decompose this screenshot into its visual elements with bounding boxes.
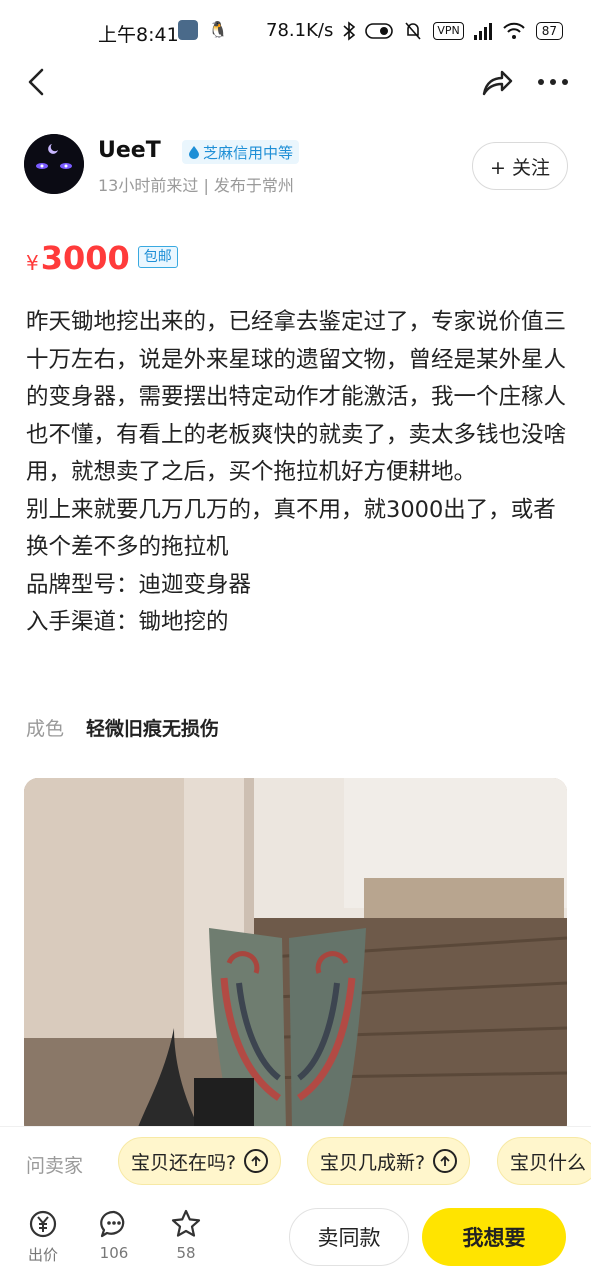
quick-question-chip[interactable]: 宝贝几成新? bbox=[307, 1137, 471, 1185]
seller-meta: 13小时前来过 | 发布于常州 bbox=[98, 176, 294, 195]
bluetooth-icon bbox=[343, 20, 356, 41]
credit-badge[interactable]: 芝麻信用中等 bbox=[182, 140, 300, 164]
condition-label: 成色 bbox=[26, 718, 65, 740]
yuan-circle-icon bbox=[29, 1210, 57, 1238]
acquisition-channel: 入手渠道：锄地挖的 bbox=[26, 609, 229, 635]
signal-icon bbox=[473, 22, 492, 40]
quick-question-bar: 问卖家 宝贝还在吗? 宝贝几成新? 宝贝什么 bbox=[0, 1126, 591, 1196]
quick-question-chip[interactable]: 宝贝什么 bbox=[497, 1137, 591, 1185]
more-icon[interactable] bbox=[536, 66, 570, 98]
seller-name[interactable]: UeeT bbox=[98, 138, 161, 163]
app-notification-icon bbox=[178, 20, 198, 40]
comment-button[interactable]: 106 bbox=[89, 1208, 139, 1262]
status-time: 上午8:41 bbox=[98, 24, 179, 46]
favorite-button[interactable]: 58 bbox=[161, 1208, 211, 1262]
comment-icon bbox=[100, 1210, 125, 1238]
chip-text: 宝贝还在吗? bbox=[131, 1151, 237, 1174]
follow-button[interactable]: + 关注 bbox=[472, 142, 568, 190]
want-button[interactable]: 我想要 bbox=[422, 1208, 566, 1266]
share-icon[interactable] bbox=[480, 66, 514, 98]
seller-card: UeeT 芝麻信用中等 13小时前来过 | 发布于常州 + 关注 bbox=[24, 134, 568, 198]
arrow-up-icon bbox=[433, 1149, 458, 1173]
bottom-toolbar: 出价 106 58 卖同款 我想要 bbox=[0, 1196, 591, 1280]
shipping-badge: 包邮 bbox=[137, 246, 178, 268]
penguin-icon: 🐧 bbox=[208, 20, 228, 39]
wifi-icon bbox=[503, 22, 525, 39]
sell-same-button[interactable]: 卖同款 bbox=[289, 1208, 409, 1266]
condition-value: 轻微旧痕无损伤 bbox=[86, 718, 220, 740]
drop-icon bbox=[189, 146, 199, 159]
vpn-badge: VPN bbox=[433, 21, 464, 40]
arrow-up-icon bbox=[244, 1149, 269, 1173]
comment-count: 106 bbox=[99, 1244, 129, 1262]
top-nav bbox=[0, 60, 591, 106]
toggle-icon bbox=[365, 22, 394, 39]
credit-text: 芝麻信用中等 bbox=[203, 143, 294, 162]
price-row: ¥ 3000 包邮 bbox=[26, 236, 178, 276]
description-paragraph: 别上来就要几万几万的，真不用，就3000出了，或者换个差不多的拖拉机 bbox=[26, 496, 556, 561]
status-bar: 上午8:41 🐧 78.1K/s VPN 87 bbox=[0, 0, 591, 64]
description-paragraph: 昨天锄地挖出来的，已经拿去鉴定过了，专家说价值三十万左右，说是外来星球的遗留文物… bbox=[26, 309, 567, 485]
battery-indicator: 87 bbox=[535, 21, 563, 40]
item-description: 昨天锄地挖出来的，已经拿去鉴定过了，专家说价值三十万左右，说是外来星球的遗留文物… bbox=[26, 304, 566, 642]
price-symbol: ¥ bbox=[26, 251, 39, 275]
condition-row: 成色 轻微旧痕无损伤 bbox=[26, 714, 219, 741]
avatar[interactable] bbox=[24, 134, 84, 194]
ask-seller-label[interactable]: 问卖家 bbox=[26, 1151, 83, 1178]
mute-bell-icon bbox=[405, 21, 421, 40]
price-value: 3000 bbox=[40, 239, 130, 277]
offer-button[interactable]: 出价 bbox=[18, 1208, 68, 1265]
star-icon bbox=[171, 1209, 201, 1237]
chip-text: 宝贝几成新? bbox=[320, 1151, 426, 1174]
chip-text: 宝贝什么 bbox=[510, 1151, 587, 1174]
status-indicators: 78.1K/s VPN 87 bbox=[266, 20, 563, 41]
favorite-count: 58 bbox=[176, 1244, 196, 1262]
quick-question-chip[interactable]: 宝贝还在吗? bbox=[118, 1137, 282, 1185]
offer-label: 出价 bbox=[27, 1246, 58, 1264]
network-speed: 78.1K/s bbox=[266, 20, 334, 41]
brand-model: 品牌型号：迪迦变身器 bbox=[26, 571, 252, 598]
back-icon[interactable] bbox=[22, 66, 54, 98]
status-app-icons: 🐧 bbox=[178, 20, 228, 40]
product-photo[interactable] bbox=[24, 778, 567, 1138]
